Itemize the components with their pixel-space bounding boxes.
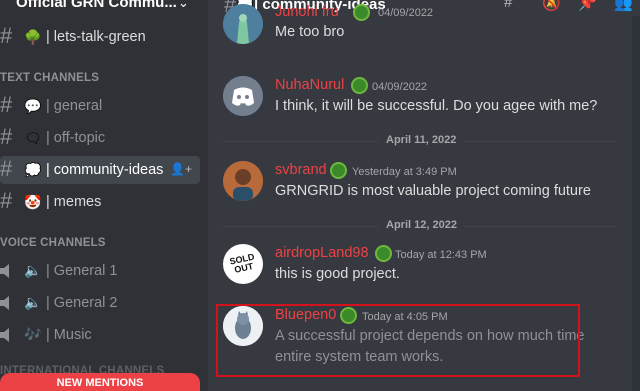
avatar[interactable]: SOLD OUT	[223, 244, 263, 284]
message-list: Junohi fru 04/09/2022 Me too bro NuhaNur…	[208, 4, 640, 391]
avatar[interactable]	[223, 161, 263, 201]
message-text: I think, it will be successful. Do you a…	[275, 98, 598, 114]
tree-badge-icon	[330, 162, 347, 179]
channel-sidebar: Official GRN Commu... ⌄ # 🌳 | lets-talk-…	[0, 0, 208, 391]
speaker-icon	[0, 328, 9, 342]
person-avatar-icon	[223, 161, 263, 201]
speech-bubble-icon: 💬	[24, 98, 42, 114]
voice-channel-general-2[interactable]: 🔈 | General 2	[0, 289, 200, 317]
timestamp: Today at 12:43 PM	[395, 249, 487, 261]
music-notes-icon: 🎶	[24, 326, 42, 342]
speaker-icon	[0, 296, 9, 310]
channel-general[interactable]: # 💬 | general	[0, 92, 200, 120]
channel-label: | general	[46, 98, 103, 114]
discord-window: Official GRN Commu... ⌄ # 🌳 | lets-talk-…	[0, 0, 640, 391]
statue-avatar-icon	[223, 4, 263, 44]
channel-lets-talk-green[interactable]: # 🌳 | lets-talk-green	[0, 23, 200, 51]
category-voice-channels[interactable]: VOICE CHANNELS	[0, 237, 106, 249]
category-text-channels[interactable]: TEXT CHANNELS	[0, 72, 99, 84]
avatar[interactable]	[223, 76, 263, 116]
thought-bubble-icon: 💭	[24, 162, 42, 178]
clown-icon: 🤡	[24, 194, 42, 210]
channel-label: | memes	[46, 194, 102, 210]
date-divider-label: April 12, 2022	[378, 219, 465, 231]
message-text: GRNGRID is most valuable project coming …	[275, 183, 591, 199]
hash-icon: #	[0, 92, 13, 117]
channel-community-ideas[interactable]: # 💭 | community-ideas 👤+	[0, 156, 200, 184]
sold-out-logo: SOLD OUT	[228, 251, 256, 275]
hash-icon: #	[0, 156, 13, 181]
add-member-icon[interactable]: 👤+	[170, 162, 192, 176]
username[interactable]: airdropLand98	[275, 245, 369, 261]
hash-icon: #	[0, 23, 13, 48]
message-item: NuhaNurul 04/09/2022 I think, it will be…	[208, 74, 632, 124]
voice-channel-general-1[interactable]: 🔈 | General 1	[0, 257, 200, 285]
message-text: this is good project.	[275, 266, 400, 282]
new-mentions-button[interactable]: NEW MENTIONS	[0, 373, 200, 391]
chat-icon: 🗨	[24, 130, 42, 146]
server-name[interactable]: Official GRN Commu...	[16, 0, 177, 11]
channel-off-topic[interactable]: # 🗨 | off-topic	[0, 124, 200, 152]
message-item: svbrand Yesterday at 3:49 PM GRNGRID is …	[208, 159, 632, 209]
speaker-emoji-icon: 🔈	[24, 262, 42, 278]
voice-channel-label: | General 2	[46, 295, 118, 311]
timestamp: 04/09/2022	[378, 7, 434, 19]
channel-label: | lets-talk-green	[46, 29, 146, 45]
channel-label: | off-topic	[46, 130, 106, 146]
hash-icon: #	[0, 124, 13, 149]
channel-label: | community-ideas	[46, 162, 164, 178]
message-text: Me too bro	[275, 24, 345, 40]
timestamp: 04/09/2022	[372, 81, 428, 93]
date-divider-label: April 11, 2022	[378, 134, 465, 146]
voice-channel-label: | Music	[46, 327, 92, 343]
message-item: Junohi fru 04/09/2022 Me too bro	[208, 0, 632, 56]
tree-badge-icon	[353, 4, 370, 21]
hash-icon: #	[0, 188, 13, 213]
voice-channel-music[interactable]: 🎶 | Music	[0, 321, 200, 349]
discord-default-avatar-icon	[223, 76, 263, 116]
username[interactable]: NuhaNurul	[275, 77, 344, 93]
tree-badge-icon	[375, 245, 392, 262]
voice-channel-label: | General 1	[46, 263, 118, 279]
server-header[interactable]: Official GRN Commu... ⌄	[0, 0, 208, 14]
username[interactable]: Junohi fru	[275, 4, 339, 20]
scrollbar[interactable]	[632, 16, 640, 391]
channel-memes[interactable]: # 🤡 | memes	[0, 188, 200, 216]
timestamp: Yesterday at 3:49 PM	[352, 166, 457, 178]
speaker-emoji-icon: 🔈	[24, 294, 42, 310]
tree-icon: 🌳	[24, 29, 42, 45]
avatar[interactable]	[223, 4, 263, 44]
username[interactable]: svbrand	[275, 162, 327, 178]
message-item: SOLD OUT airdropLand98 Today at 12:43 PM…	[208, 242, 632, 292]
speaker-icon	[0, 264, 9, 278]
tree-badge-icon	[351, 77, 368, 94]
chevron-down-icon[interactable]: ⌄	[178, 0, 189, 11]
highlight-box	[216, 304, 580, 377]
